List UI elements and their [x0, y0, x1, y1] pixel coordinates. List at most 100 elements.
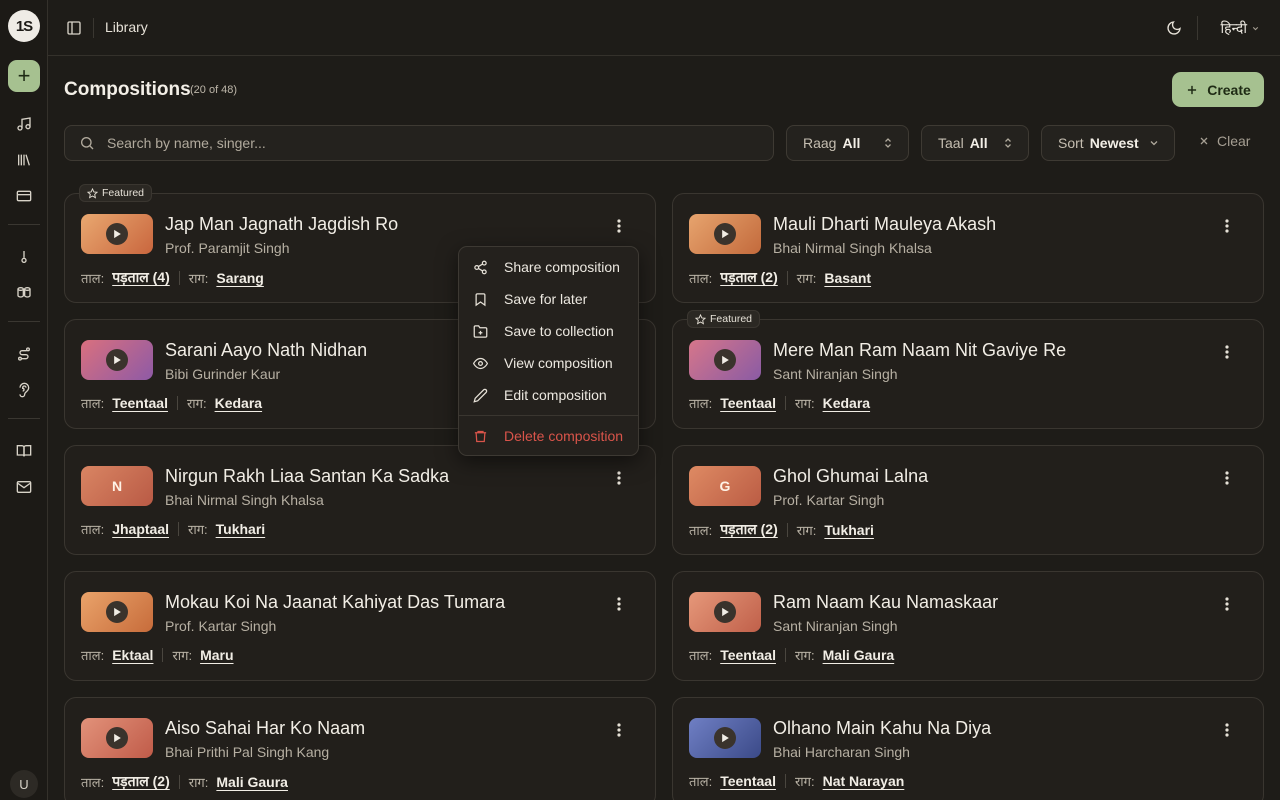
composition-thumbnail[interactable]: [689, 340, 761, 380]
play-icon[interactable]: [106, 349, 128, 371]
more-vertical-icon[interactable]: [609, 720, 629, 740]
taal-link[interactable]: पड़ताल (2): [112, 772, 170, 791]
menu-item-save-collection[interactable]: Save to collection: [459, 315, 638, 347]
composition-card[interactable]: N Nirgun Rakh Liaa Santan Ka Sadka Bhai Ni…: [64, 445, 656, 555]
play-icon[interactable]: [106, 727, 128, 749]
taal-link[interactable]: पड़ताल (2): [720, 520, 778, 539]
taal-link[interactable]: Teentaal: [720, 395, 776, 411]
composition-title[interactable]: Olhano Main Kahu Na Diya: [773, 718, 991, 739]
raag-link[interactable]: Tukhari: [216, 521, 266, 537]
search-input[interactable]: [107, 135, 747, 151]
composition-card[interactable]: Mokau Koi Na Jaanat Kahiyat Das Tumara Pr…: [64, 571, 656, 681]
raag-link[interactable]: Kedara: [823, 395, 870, 411]
raag-link[interactable]: Nat Narayan: [823, 773, 905, 789]
more-vertical-icon[interactable]: [1217, 342, 1237, 362]
taal-link[interactable]: Teentaal: [112, 395, 168, 411]
library-icon[interactable]: [8, 144, 40, 176]
create-button[interactable]: Create: [1172, 72, 1264, 107]
raag-link[interactable]: Sarang: [216, 270, 263, 286]
route-icon[interactable]: [8, 338, 40, 370]
language-selector[interactable]: हिन्दी: [1221, 17, 1260, 39]
moon-icon[interactable]: [1164, 18, 1184, 38]
more-vertical-icon[interactable]: [609, 594, 629, 614]
user-avatar[interactable]: U: [10, 770, 38, 798]
composition-title[interactable]: Sarani Aayo Nath Nidhan: [165, 340, 367, 361]
play-icon[interactable]: [714, 601, 736, 623]
taal-filter[interactable]: Taal All: [921, 125, 1029, 161]
composition-thumbnail[interactable]: [689, 718, 761, 758]
menu-item-edit[interactable]: Edit composition: [459, 379, 638, 411]
book-icon[interactable]: [8, 435, 40, 467]
composition-card[interactable]: Aiso Sahai Har Ko Naam Bhai Prithi Pal Si…: [64, 697, 656, 800]
menu-item-label: Save to collection: [504, 323, 614, 339]
composition-singer: Bibi Gurinder Kaur: [165, 366, 281, 382]
raag-label: राग:: [794, 396, 815, 411]
clear-filters-button[interactable]: Clear: [1198, 133, 1250, 149]
raag-filter[interactable]: Raag All: [786, 125, 909, 161]
composition-meta: ताल: Jhaptaal राग: Tukhari: [81, 520, 265, 538]
raag-link[interactable]: Tukhari: [824, 522, 874, 538]
sort-select[interactable]: Sort Newest: [1041, 125, 1175, 161]
chevrons-updown-icon: [885, 138, 891, 148]
play-icon[interactable]: [106, 223, 128, 245]
more-vertical-icon[interactable]: [1217, 594, 1237, 614]
composition-title[interactable]: Ram Naam Kau Namaskaar: [773, 592, 998, 613]
card-icon[interactable]: [8, 180, 40, 212]
raag-link[interactable]: Maru: [200, 647, 233, 663]
composition-thumbnail[interactable]: [81, 718, 153, 758]
composition-card[interactable]: G Ghol Ghumai Lalna Prof. Kartar Singh ताल:…: [672, 445, 1264, 555]
raag-link[interactable]: Mali Gaura: [216, 774, 288, 790]
more-vertical-icon[interactable]: [1217, 468, 1237, 488]
play-icon[interactable]: [106, 601, 128, 623]
microphone-icon[interactable]: [8, 241, 40, 273]
composition-title[interactable]: Mauli Dharti Mauleya Akash: [773, 214, 996, 235]
tabla-icon[interactable]: [8, 277, 40, 309]
music-note-icon[interactable]: [8, 108, 40, 140]
composition-thumbnail[interactable]: [689, 214, 761, 254]
play-icon[interactable]: [714, 349, 736, 371]
search-icon: [81, 137, 94, 150]
menu-item-delete[interactable]: Delete composition: [459, 420, 638, 452]
composition-card[interactable]: Olhano Main Kahu Na Diya Bhai Harcharan S…: [672, 697, 1264, 800]
raag-link[interactable]: Mali Gaura: [823, 647, 895, 663]
play-icon[interactable]: [714, 223, 736, 245]
menu-item-share[interactable]: Share composition: [459, 251, 638, 283]
menu-item-view[interactable]: View composition: [459, 347, 638, 379]
composition-title[interactable]: Jap Man Jagnath Jagdish Ro: [165, 214, 398, 235]
composition-title[interactable]: Aiso Sahai Har Ko Naam: [165, 718, 365, 739]
composition-title[interactable]: Mere Man Ram Naam Nit Gaviye Re: [773, 340, 1066, 361]
menu-item-label: Save for later: [504, 291, 588, 307]
composition-card[interactable]: Ram Naam Kau Namaskaar Sant Niranjan Sing…: [672, 571, 1264, 681]
composition-card[interactable]: Featured Mere Man Ram Naam Nit Gaviye Re S…: [672, 310, 1264, 429]
sidebar-add-button[interactable]: +: [8, 60, 40, 92]
composition-title[interactable]: Mokau Koi Na Jaanat Kahiyat Das Tumara: [165, 592, 505, 613]
composition-thumbnail[interactable]: N: [81, 466, 153, 506]
more-vertical-icon[interactable]: [609, 468, 629, 488]
composition-title[interactable]: Nirgun Rakh Liaa Santan Ka Sadka: [165, 466, 449, 487]
taal-link[interactable]: Jhaptaal: [112, 521, 169, 537]
composition-thumbnail[interactable]: [81, 340, 153, 380]
app-logo[interactable]: 1S: [8, 10, 40, 42]
composition-meta: ताल: Teentaal राग: Mali Gaura: [689, 646, 894, 664]
taal-link[interactable]: Teentaal: [720, 773, 776, 789]
taal-link[interactable]: Teentaal: [720, 647, 776, 663]
menu-item-save-later[interactable]: Save for later: [459, 283, 638, 315]
composition-thumbnail[interactable]: [81, 592, 153, 632]
sidebar-toggle-icon[interactable]: [64, 18, 84, 38]
composition-thumbnail[interactable]: [689, 592, 761, 632]
more-vertical-icon[interactable]: [609, 216, 629, 236]
play-icon[interactable]: [714, 727, 736, 749]
composition-thumbnail[interactable]: G: [689, 466, 761, 506]
ear-icon[interactable]: [8, 374, 40, 406]
mail-icon[interactable]: [8, 471, 40, 503]
taal-link[interactable]: Ektaal: [112, 647, 153, 663]
raag-link[interactable]: Kedara: [215, 395, 262, 411]
composition-card[interactable]: Mauli Dharti Mauleya Akash Bhai Nirmal Si…: [672, 193, 1264, 303]
composition-title[interactable]: Ghol Ghumai Lalna: [773, 466, 928, 487]
raag-link[interactable]: Basant: [824, 270, 871, 286]
more-vertical-icon[interactable]: [1217, 720, 1237, 740]
composition-thumbnail[interactable]: [81, 214, 153, 254]
more-vertical-icon[interactable]: [1217, 216, 1237, 236]
taal-link[interactable]: पड़ताल (4): [112, 268, 170, 287]
taal-link[interactable]: पड़ताल (2): [720, 268, 778, 287]
